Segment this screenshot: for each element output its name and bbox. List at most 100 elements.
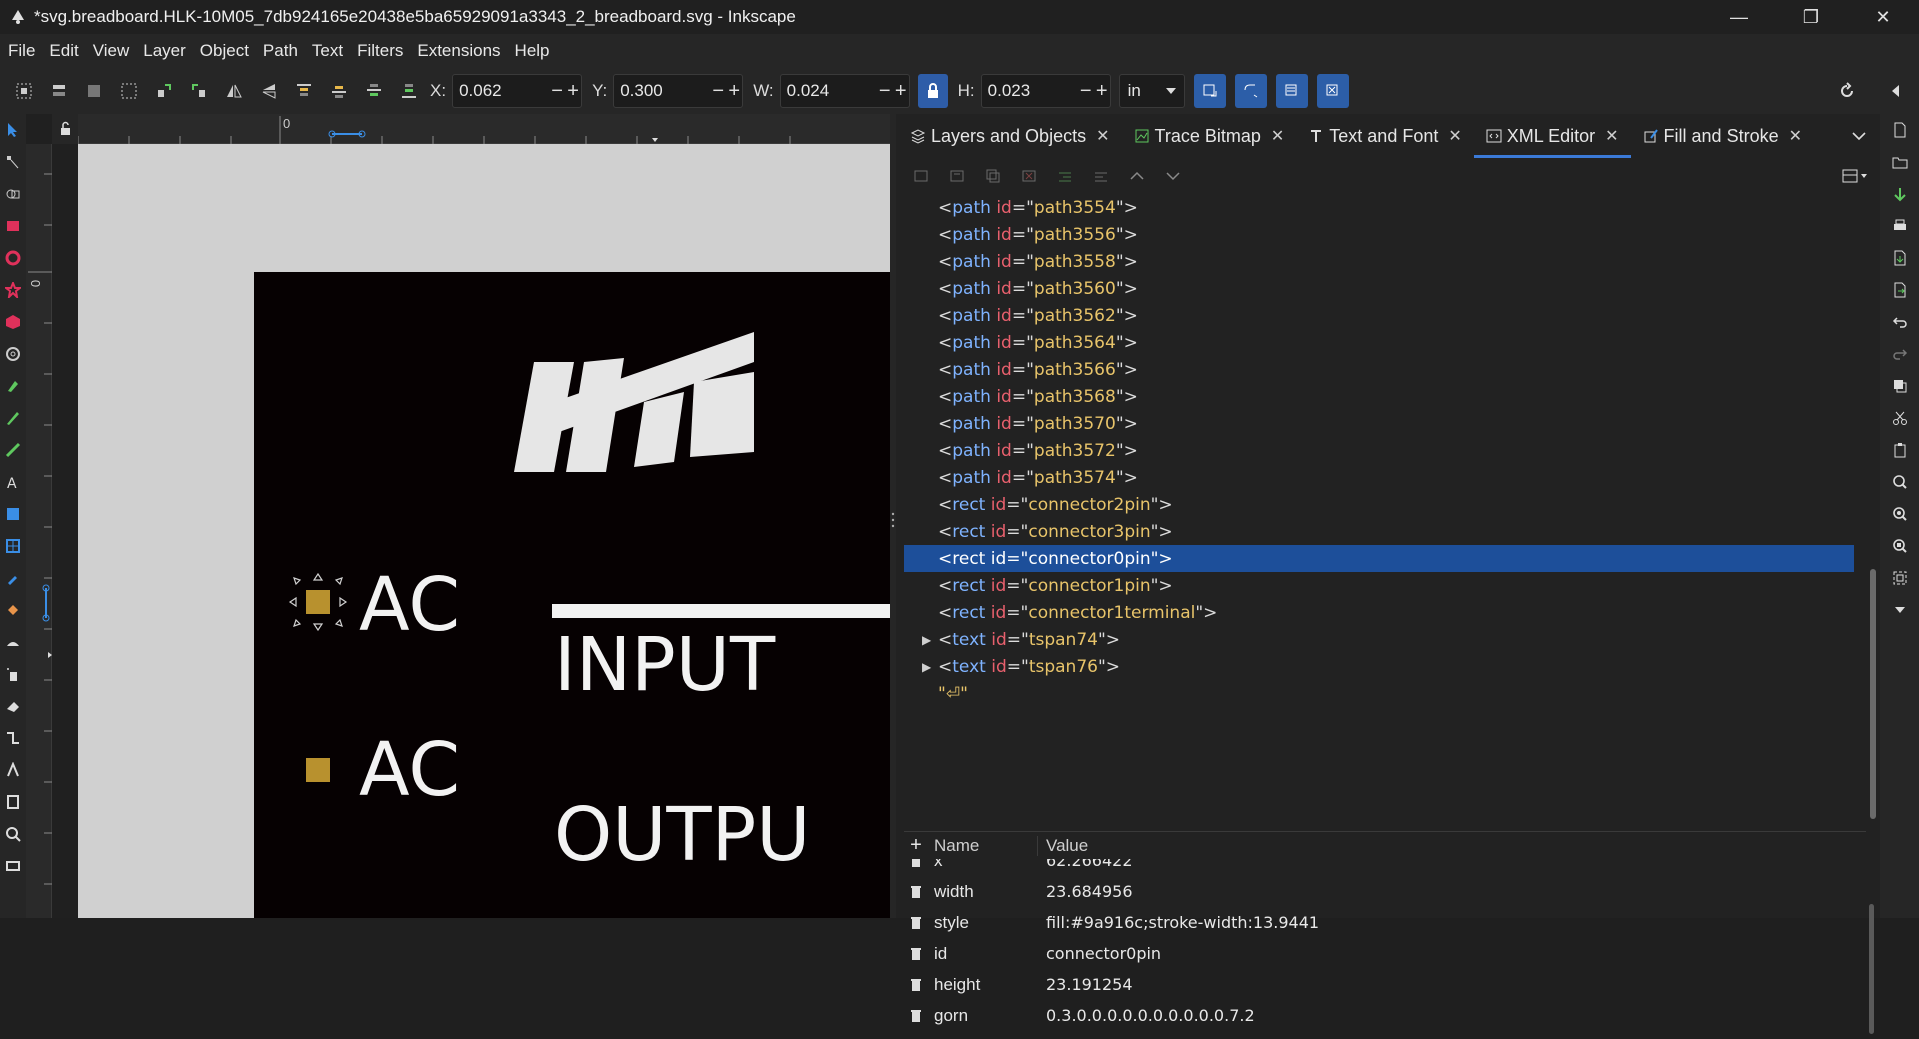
menu-help[interactable]: Help bbox=[515, 41, 550, 61]
export-icon[interactable] bbox=[1880, 274, 1919, 306]
tab-text-and-font[interactable]: Text and Font ✕ bbox=[1296, 114, 1473, 158]
expand-triangle-icon[interactable]: ▶ bbox=[922, 633, 931, 647]
attribute-name[interactable]: gorn bbox=[928, 1006, 1038, 1026]
attribute-value[interactable]: 23.684956 bbox=[1038, 882, 1133, 901]
lower-icon[interactable] bbox=[363, 80, 385, 102]
xml-node-row[interactable]: <path id="path3568"> bbox=[904, 383, 1854, 410]
paste-icon[interactable] bbox=[1880, 434, 1919, 466]
h-increment-button[interactable]: + bbox=[1094, 80, 1110, 103]
attribute-row[interactable]: gorn 0.3.0.0.0.0.0.0.0.0.0.0.7.2 bbox=[904, 1000, 1866, 1031]
spray-tool-icon[interactable] bbox=[0, 658, 26, 690]
scale-stroke-toggle[interactable] bbox=[1193, 74, 1226, 108]
star-tool-icon[interactable] bbox=[0, 274, 26, 306]
x-decrement-button[interactable]: − bbox=[549, 80, 565, 103]
xml-node-row[interactable]: <path id="path3570"> bbox=[904, 410, 1854, 437]
xml-node-row[interactable]: ▶ <text id="tspan74"> bbox=[904, 626, 1854, 653]
tab-xml-editor[interactable]: XML Editor ✕ bbox=[1473, 114, 1631, 158]
node-tool-icon[interactable] bbox=[0, 146, 26, 178]
shape-builder-tool-icon[interactable] bbox=[0, 178, 26, 210]
y-increment-button[interactable]: + bbox=[726, 80, 742, 103]
delete-attribute-icon[interactable] bbox=[904, 1009, 928, 1023]
delete-attribute-icon[interactable] bbox=[904, 885, 928, 899]
w-increment-button[interactable]: + bbox=[893, 80, 909, 103]
measure-tool-icon[interactable] bbox=[0, 850, 26, 882]
calligraphy-tool-icon[interactable] bbox=[0, 434, 26, 466]
h-input[interactable] bbox=[981, 81, 1078, 101]
canvas-area[interactable]: 0 0 AC AC INPUT OUTPU bbox=[26, 114, 890, 918]
zoom-fit-icon[interactable] bbox=[1880, 562, 1919, 594]
connector1-pin[interactable] bbox=[306, 758, 330, 782]
xml-node-row[interactable]: <rect id="connector1terminal"> bbox=[904, 599, 1854, 626]
breadboard-graphic[interactable]: AC AC INPUT OUTPU bbox=[254, 272, 890, 918]
duplicate-node-icon[interactable] bbox=[982, 165, 1004, 187]
xml-node-row[interactable]: <path id="path3562"> bbox=[904, 302, 1854, 329]
connector-tool-icon[interactable] bbox=[0, 722, 26, 754]
tab-trace-bitmap[interactable]: Trace Bitmap ✕ bbox=[1122, 114, 1297, 158]
lower-node-icon[interactable] bbox=[1162, 165, 1184, 187]
vertical-ruler[interactable]: 0 bbox=[26, 144, 52, 918]
tweak-tool-icon[interactable] bbox=[0, 626, 26, 658]
rotate-cw-icon[interactable] bbox=[188, 80, 210, 102]
menu-extensions[interactable]: Extensions bbox=[417, 41, 500, 61]
pen-tool-icon[interactable] bbox=[0, 370, 26, 402]
gradient-tool-icon[interactable] bbox=[0, 498, 26, 530]
new-text-node-icon[interactable] bbox=[946, 165, 968, 187]
dropper-tool-icon[interactable] bbox=[0, 562, 26, 594]
tab-fill-and-stroke[interactable]: Fill and Stroke ✕ bbox=[1631, 114, 1814, 158]
pencil-tool-icon[interactable] bbox=[0, 402, 26, 434]
w-input[interactable] bbox=[780, 81, 877, 101]
rectangle-tool-icon[interactable] bbox=[0, 210, 26, 242]
select-all-icon[interactable] bbox=[13, 80, 35, 102]
tab-layers-and-objects[interactable]: Layers and Objects ✕ bbox=[898, 114, 1122, 158]
xml-node-row[interactable]: <rect id="connector3pin"> bbox=[904, 518, 1854, 545]
xml-node-row[interactable]: <path id="path3560"> bbox=[904, 275, 1854, 302]
zoom-drawing-icon[interactable] bbox=[1880, 498, 1919, 530]
scale-corners-toggle[interactable] bbox=[1234, 74, 1267, 108]
new-element-node-icon[interactable] bbox=[910, 165, 932, 187]
selection-handles[interactable] bbox=[286, 570, 350, 634]
text-tool-icon[interactable]: A bbox=[0, 466, 26, 498]
attribute-row[interactable]: x 62.266422 bbox=[904, 859, 1866, 876]
transform-gradients-toggle[interactable] bbox=[1275, 74, 1308, 108]
delete-attribute-icon[interactable] bbox=[904, 859, 928, 868]
close-tab-icon[interactable]: ✕ bbox=[1605, 126, 1618, 146]
close-tab-icon[interactable]: ✕ bbox=[1096, 126, 1109, 146]
xml-node-row[interactable]: <rect id="connector1pin"> bbox=[904, 572, 1854, 599]
new-document-icon[interactable] bbox=[1880, 114, 1919, 146]
raise-icon[interactable] bbox=[328, 80, 350, 102]
attribute-value[interactable]: 0.3.0.0.0.0.0.0.0.0.0.0.7.2 bbox=[1038, 1006, 1255, 1025]
mesh-tool-icon[interactable] bbox=[0, 530, 26, 562]
raise-node-icon[interactable] bbox=[1126, 165, 1148, 187]
attribute-name[interactable]: x bbox=[928, 859, 1038, 871]
x-input[interactable] bbox=[453, 81, 550, 101]
layout-toggle-icon[interactable] bbox=[1840, 165, 1870, 187]
open-document-icon[interactable] bbox=[1880, 146, 1919, 178]
menu-layer[interactable]: Layer bbox=[143, 41, 186, 61]
unit-select[interactable]: in bbox=[1118, 74, 1185, 108]
pages-tool-icon[interactable] bbox=[0, 786, 26, 818]
lpe-tool-icon[interactable] bbox=[0, 754, 26, 786]
xml-node-row[interactable]: <rect id="connector0pin"> bbox=[904, 545, 1854, 572]
menu-object[interactable]: Object bbox=[200, 41, 249, 61]
close-tab-icon[interactable]: ✕ bbox=[1789, 126, 1802, 146]
ellipse-tool-icon[interactable] bbox=[0, 242, 26, 274]
attribute-name[interactable]: width bbox=[928, 882, 1038, 902]
import-icon[interactable] bbox=[1880, 242, 1919, 274]
flip-vertical-icon[interactable] bbox=[258, 80, 280, 102]
unindent-node-icon[interactable] bbox=[1054, 165, 1076, 187]
close-tab-icon[interactable]: ✕ bbox=[1448, 126, 1461, 146]
attribute-name[interactable]: style bbox=[928, 913, 1038, 933]
attribute-row[interactable]: width 23.684956 bbox=[904, 876, 1866, 907]
redo-icon[interactable] bbox=[1880, 338, 1919, 370]
save-icon[interactable] bbox=[1880, 178, 1919, 210]
menu-view[interactable]: View bbox=[93, 41, 130, 61]
lock-guides-icon[interactable] bbox=[52, 114, 78, 144]
transform-patterns-toggle[interactable] bbox=[1316, 74, 1349, 108]
y-decrement-button[interactable]: − bbox=[710, 80, 726, 103]
snap-toggle-icon[interactable] bbox=[1836, 80, 1858, 102]
select-all-layers-icon[interactable] bbox=[48, 80, 70, 102]
raise-to-top-icon[interactable] bbox=[293, 80, 315, 102]
zoom-tool-icon[interactable] bbox=[0, 818, 26, 850]
selector-tool-icon[interactable] bbox=[0, 114, 26, 146]
attribute-value[interactable]: fill:#9a916c;stroke-width:13.9441 bbox=[1038, 913, 1319, 932]
